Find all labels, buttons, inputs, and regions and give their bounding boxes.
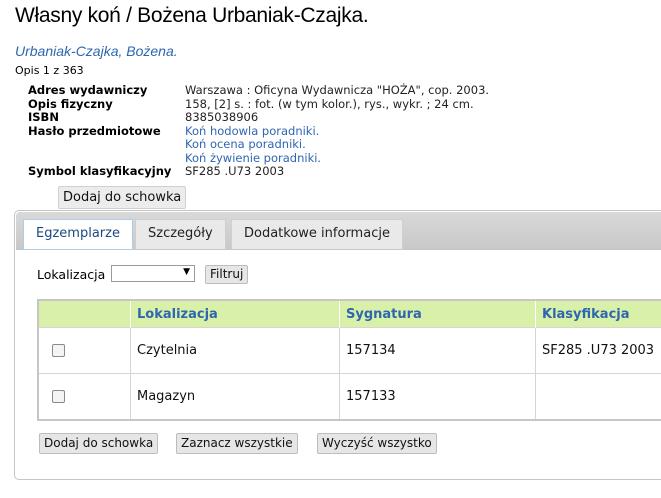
record-title: Własny koń / Bożena Urbaniak-Czajka.: [15, 4, 369, 27]
isbn-value: 8385038906: [185, 110, 259, 124]
table-header-row: Lokalizacja Sygnatura Klasyfikacja: [38, 300, 661, 328]
record-position: Opis 1 z 363: [15, 64, 84, 77]
clear-all-button[interactable]: Wyczyść wszystko: [317, 433, 437, 454]
subject-link[interactable]: Koń żywienie poradniki.: [185, 151, 489, 166]
column-header-classification[interactable]: Klasyfikacja: [535, 300, 661, 328]
add-selected-to-clipboard-button[interactable]: Dodaj do schowka: [39, 433, 159, 454]
tab-dodatkowe-informacje[interactable]: Dodatkowe informacje: [231, 219, 403, 249]
call-number-cell: 157134: [339, 327, 536, 374]
row-checkbox[interactable]: [52, 344, 65, 357]
author-link[interactable]: Urbaniak-Czajka, Bożena.: [15, 43, 178, 59]
tab-szczegoly[interactable]: Szczegóły: [135, 219, 226, 249]
class-value: SF285 .U73 2003: [185, 164, 285, 178]
location-cell: Czytelnia: [130, 327, 340, 374]
publisher-label: Adres wydawniczy: [28, 83, 148, 97]
physical-label: Opis fizyczny: [28, 96, 113, 111]
table-row: Czytelnia 157134 SF285 .U73 2003: [38, 327, 661, 374]
dropdown-arrow-icon: ▼: [183, 267, 190, 277]
classification-cell: SF285 .U73 2003: [535, 327, 661, 374]
row-checkbox[interactable]: [52, 390, 65, 403]
location-cell: Magazyn: [130, 373, 340, 420]
location-select[interactable]: ▼: [111, 265, 195, 282]
add-to-clipboard-button[interactable]: Dodaj do schowka: [58, 186, 187, 209]
items-table: Lokalizacja Sygnatura Klasyfikacja Czyte…: [37, 299, 661, 421]
filter-button[interactable]: Filtruj: [205, 265, 249, 284]
tab-egzemplarze[interactable]: Egzemplarze: [23, 219, 133, 250]
record-metadata: Adres wydawniczy Warszawa : Oficyna Wyda…: [26, 83, 490, 179]
holdings-panel: Egzemplarze Szczegóły Dodatkowe informac…: [14, 210, 661, 480]
physical-value: 158, [2] s. : fot. (w tym kolor.), rys.,…: [185, 96, 474, 111]
subjects-label: Hasło przedmiotowe: [28, 123, 161, 138]
subject-link[interactable]: Koń ocena poradniki.: [185, 137, 489, 152]
select-all-button[interactable]: Zaznacz wszystkie: [176, 433, 298, 454]
class-label: Symbol klasyfikacyjny: [28, 164, 172, 178]
publisher-value: Warszawa : Oficyna Wydawnicza "HOŻA", co…: [185, 83, 490, 97]
classification-cell: [535, 373, 661, 420]
row-select-cell: [38, 373, 131, 420]
tab-bar: Egzemplarze Szczegóły Dodatkowe informac…: [16, 212, 661, 250]
checkbox-column-header: [38, 300, 131, 328]
table-row: Magazyn 157133: [38, 373, 661, 420]
call-number-cell: 157133: [339, 373, 536, 420]
column-header-call-number[interactable]: Sygnatura: [339, 300, 536, 328]
column-header-location[interactable]: Lokalizacja: [130, 300, 340, 328]
isbn-label: ISBN: [28, 110, 59, 124]
row-select-cell: [38, 327, 131, 374]
subject-link[interactable]: Koń hodowla poradniki.: [185, 124, 489, 139]
location-filter-label: Lokalizacja: [37, 267, 106, 282]
